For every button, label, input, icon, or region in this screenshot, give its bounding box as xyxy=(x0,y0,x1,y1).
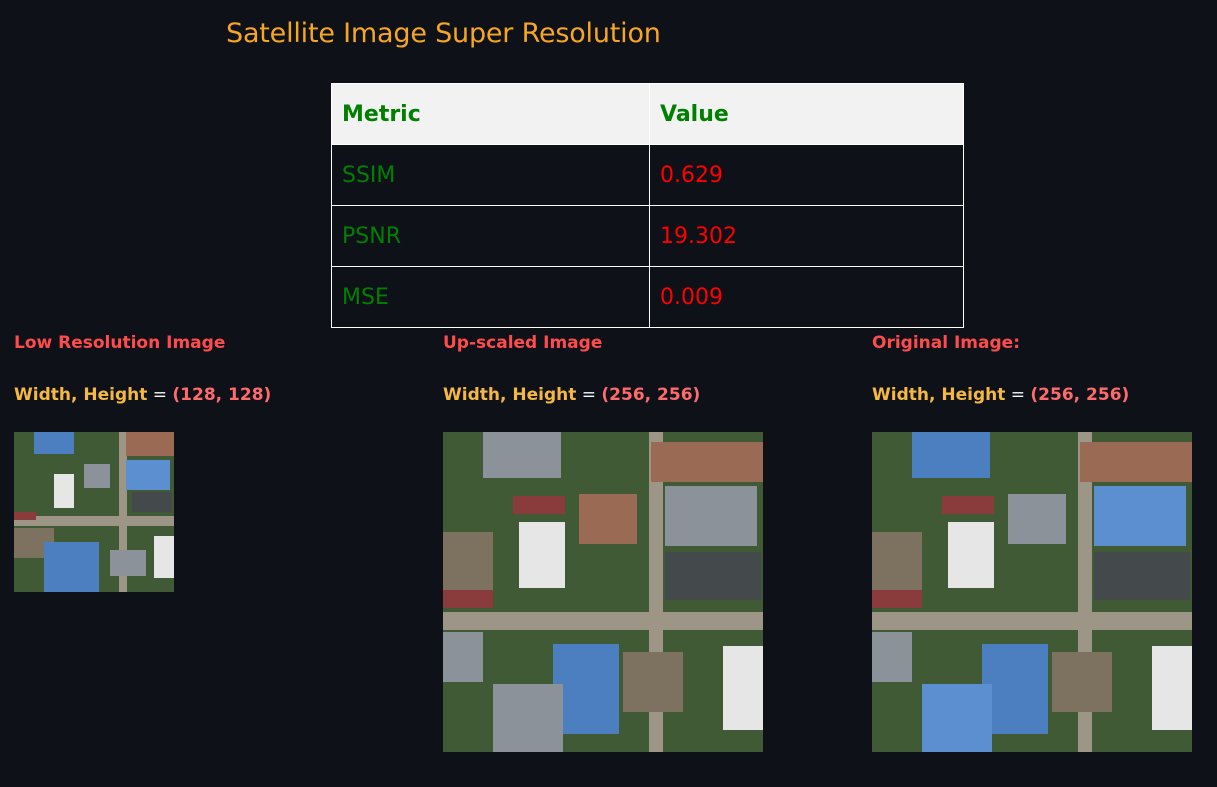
dimensions-value: (128, 128) xyxy=(172,385,272,405)
dimensions-line: Width, Height = (256, 256) xyxy=(872,382,1129,408)
dimensions-equals: = xyxy=(147,385,173,405)
low-resolution-panel: Low Resolution Image Width, Height = (12… xyxy=(14,330,271,408)
dimensions-line: Width, Height = (256, 256) xyxy=(443,382,700,408)
dimensions-label: Width, Height xyxy=(443,385,577,405)
table-row: MSE 0.009 xyxy=(331,266,964,328)
dimensions-equals: = xyxy=(1005,385,1031,405)
dimensions-equals: = xyxy=(576,385,602,405)
original-panel: Original Image: Width, Height = (256, 25… xyxy=(872,330,1129,408)
panel-heading: Original Image: xyxy=(872,333,1020,353)
original-image xyxy=(872,432,1192,752)
metric-value: 0.009 xyxy=(649,266,964,328)
dimensions-value: (256, 256) xyxy=(1030,385,1130,405)
metrics-table: Metric Value SSIM 0.629 PSNR 19.302 MSE … xyxy=(331,83,964,328)
page-title: Satellite Image Super Resolution xyxy=(226,18,661,49)
metric-name: PSNR xyxy=(331,205,650,267)
low-resolution-image xyxy=(14,432,174,592)
panel-heading: Low Resolution Image xyxy=(14,333,226,353)
upscaled-image xyxy=(443,432,763,752)
app-root: Satellite Image Super Resolution Metric … xyxy=(0,0,1217,787)
metric-value: 19.302 xyxy=(649,205,964,267)
dimensions-label: Width, Height xyxy=(14,385,148,405)
table-row: SSIM 0.629 xyxy=(331,144,964,206)
metric-value: 0.629 xyxy=(649,144,964,206)
dimensions-label: Width, Height xyxy=(872,385,1006,405)
metric-name: SSIM xyxy=(331,144,650,206)
metric-name: MSE xyxy=(331,266,650,328)
column-header-metric: Metric xyxy=(331,83,650,145)
table-row: PSNR 19.302 xyxy=(331,205,964,267)
dimensions-line: Width, Height = (128, 128) xyxy=(14,382,271,408)
table-header-row: Metric Value xyxy=(331,83,964,145)
column-header-value: Value xyxy=(649,83,964,145)
panel-heading: Up-scaled Image xyxy=(443,333,603,353)
dimensions-value: (256, 256) xyxy=(601,385,701,405)
upscaled-panel: Up-scaled Image Width, Height = (256, 25… xyxy=(443,330,700,408)
